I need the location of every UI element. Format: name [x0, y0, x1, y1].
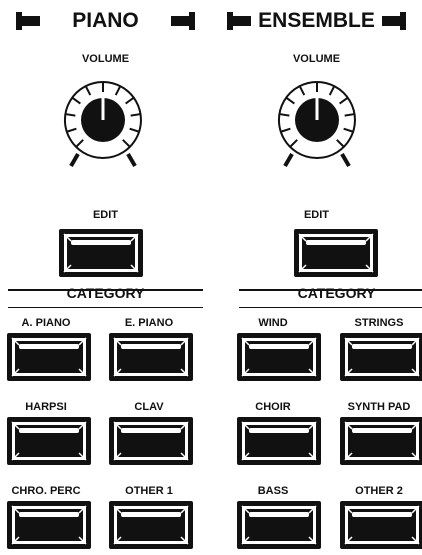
wind-button[interactable]	[236, 332, 322, 382]
other-1-label: OTHER 1	[125, 485, 173, 497]
ensemble-edit-label: EDIT	[303, 209, 330, 221]
piano-edit-label: EDIT	[92, 209, 119, 221]
knob-scale-tick	[298, 85, 306, 96]
other-1-button[interactable]	[108, 500, 194, 550]
a-piano-button[interactable]	[6, 332, 92, 382]
push-button-icon	[294, 229, 378, 277]
harpsi-label: HARPSI	[25, 401, 67, 413]
volume-knob-icon	[277, 81, 356, 168]
push-button-icon	[340, 501, 422, 549]
knob-scale-tick	[343, 127, 354, 133]
other-2-label: OTHER 2	[355, 485, 403, 497]
header-bar-right-icon	[382, 12, 406, 30]
ensemble-edit-button[interactable]	[293, 228, 379, 278]
knob-scale-tick	[66, 127, 77, 133]
push-button-icon	[7, 333, 91, 381]
knob-scale-tick	[285, 96, 295, 105]
ensemble-category-group: CATEGORY	[239, 285, 422, 308]
e-piano-label: E. PIANO	[124, 317, 174, 329]
knob-scale-tick	[71, 96, 81, 105]
piano-volume-label: VOLUME	[81, 53, 130, 65]
knob-scale-tick	[328, 85, 336, 96]
ensemble-volume-knob[interactable]	[267, 70, 367, 170]
push-button-icon	[237, 501, 321, 549]
category-divider	[8, 307, 203, 308]
knob-scale-tick	[280, 127, 291, 133]
ensemble-section: ENSEMBLE VOLUME EDIT CATEGORY WIND STRIN…	[211, 0, 422, 550]
strings-label: STRINGS	[354, 317, 404, 329]
piano-category-group: CATEGORY	[8, 285, 203, 308]
piano-category-label: CATEGORY	[66, 285, 145, 301]
knob-scale-tick	[130, 113, 141, 117]
ensemble-category-label: CATEGORY	[297, 285, 376, 301]
piano-section: PIANO VOLUME EDIT CATEGORY A. PIANO E. P…	[0, 0, 211, 550]
push-button-icon	[237, 417, 321, 465]
piano-header: PIANO	[0, 6, 211, 34]
knob-scale-tick	[289, 139, 298, 148]
bass-button[interactable]	[236, 500, 322, 550]
clav-label: CLAV	[134, 401, 164, 413]
chro-perc-button[interactable]	[6, 500, 92, 550]
push-button-icon	[340, 417, 422, 465]
push-button-icon	[109, 333, 193, 381]
knob-scale-tick	[65, 113, 76, 117]
knob-scale-tick	[339, 96, 349, 105]
other-2-button[interactable]	[339, 500, 422, 550]
knob-scale-tick	[279, 113, 290, 117]
category-divider	[239, 307, 422, 308]
push-button-icon	[7, 501, 91, 549]
knob-scale-tick	[84, 85, 92, 96]
choir-button[interactable]	[236, 416, 322, 466]
ensemble-volume-label: VOLUME	[292, 53, 341, 65]
piano-volume-knob[interactable]	[53, 70, 153, 170]
push-button-icon	[109, 417, 193, 465]
knob-scale-tick	[114, 85, 122, 96]
choir-label: CHOIR	[255, 401, 291, 413]
a-piano-label: A. PIANO	[21, 317, 71, 329]
chro-perc-label: CHRO. PERC	[11, 485, 81, 497]
header-bar-right-icon	[171, 12, 195, 30]
harpsi-button[interactable]	[6, 416, 92, 466]
knob-scale-tick	[122, 139, 131, 148]
volume-knob-icon	[63, 81, 142, 168]
synth-pad-label: SYNTH PAD	[347, 401, 411, 413]
piano-edit-button[interactable]	[58, 228, 144, 278]
ensemble-header: ENSEMBLE	[211, 6, 422, 34]
e-piano-button[interactable]	[108, 332, 194, 382]
push-button-icon	[59, 229, 143, 277]
clav-button[interactable]	[108, 416, 194, 466]
bass-label: BASS	[257, 485, 289, 497]
strings-button[interactable]	[339, 332, 422, 382]
push-button-icon	[237, 333, 321, 381]
push-button-icon	[7, 417, 91, 465]
wind-label: WIND	[258, 317, 288, 329]
knob-scale-tick	[129, 127, 140, 133]
knob-scale-tick	[125, 96, 135, 105]
knob-scale-tick	[344, 113, 355, 117]
knob-scale-tick	[336, 139, 345, 148]
knob-scale-tick	[75, 139, 84, 148]
push-button-icon	[340, 333, 422, 381]
synth-pad-button[interactable]	[339, 416, 422, 466]
push-button-icon	[109, 501, 193, 549]
